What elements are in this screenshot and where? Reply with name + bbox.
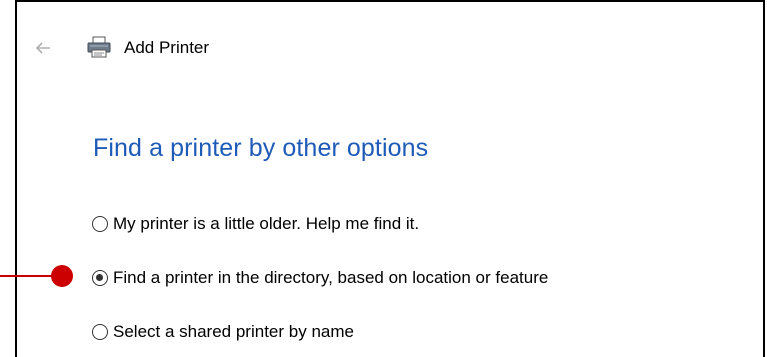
back-arrow-icon [35,42,50,54]
radio-option-label: My printer is a little older. Help me fi… [113,214,420,233]
radio-option-label: Select a shared printer by name [113,322,354,341]
title-bar: Add Printer [17,28,763,68]
back-button[interactable] [33,38,53,58]
radio-option-label: Find a printer in the directory, based o… [113,268,549,287]
window-title: Add Printer [124,38,210,57]
radio-button-unchecked[interactable] [92,216,108,232]
radio-button-unchecked[interactable] [92,324,108,340]
page-heading: Find a printer by other options [93,134,429,162]
radio-option-older-printer[interactable]: My printer is a little older. Help me fi… [92,211,419,237]
printer-icon [87,36,111,58]
radio-option-shared-printer[interactable]: Select a shared printer by name [92,319,354,345]
radio-option-find-in-directory[interactable]: Find a printer in the directory, based o… [92,265,548,291]
radio-button-checked[interactable] [92,270,108,286]
annotation-pointer-dot [51,265,73,287]
add-printer-window: Add Printer Find a printer by other opti… [15,0,765,357]
annotation-pointer-line [0,275,58,277]
